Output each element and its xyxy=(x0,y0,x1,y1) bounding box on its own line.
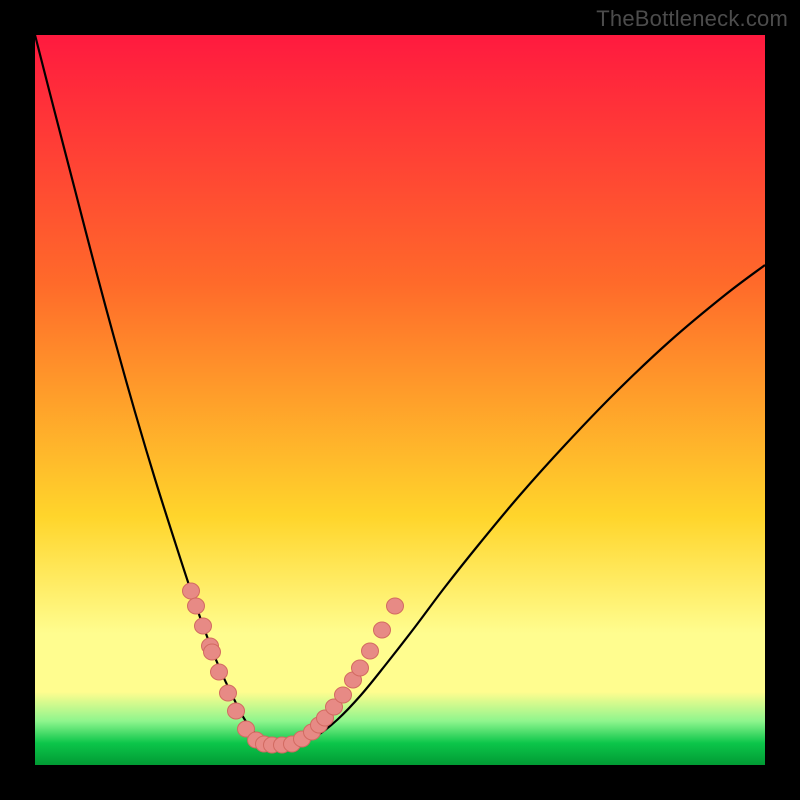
chart-frame: TheBottleneck.com xyxy=(0,0,800,800)
chart-svg xyxy=(35,35,765,765)
chart-plot-area xyxy=(35,35,765,765)
watermark-text: TheBottleneck.com xyxy=(596,6,788,32)
data-dot xyxy=(335,687,352,703)
data-dot xyxy=(374,622,391,638)
data-dot xyxy=(195,618,212,634)
data-dot xyxy=(204,644,221,660)
data-dot xyxy=(220,685,237,701)
data-dot xyxy=(188,598,205,614)
gradient-background xyxy=(35,35,765,765)
data-dot xyxy=(352,660,369,676)
data-dot xyxy=(362,643,379,659)
data-dot xyxy=(183,583,200,599)
data-dot xyxy=(228,703,245,719)
data-dot xyxy=(211,664,228,680)
data-dot xyxy=(387,598,404,614)
